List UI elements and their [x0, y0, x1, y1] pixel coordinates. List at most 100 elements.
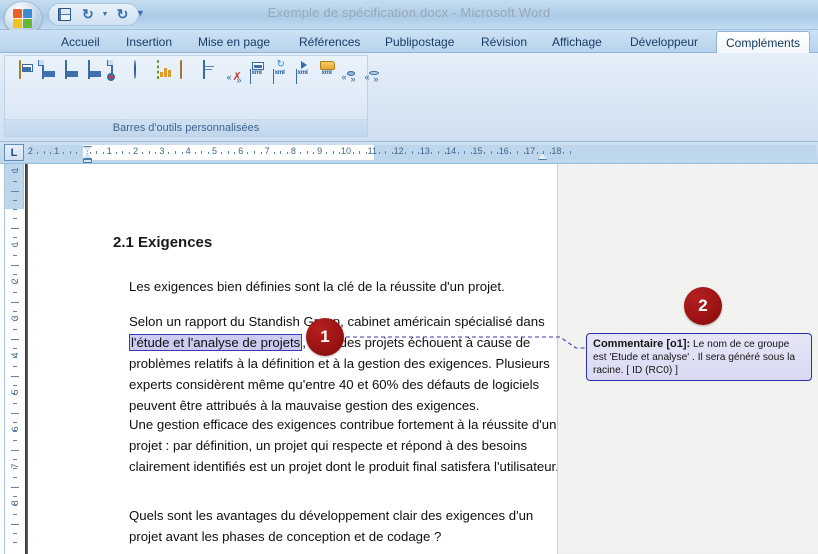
customize-qat-button[interactable]: ▼	[136, 8, 145, 18]
ribbon-tab-mise-en-page[interactable]: Mise en page	[189, 31, 279, 53]
word-application-window: Exemple de spécification.docx - Microsof…	[0, 0, 818, 554]
doc-table-button[interactable]	[78, 59, 101, 80]
doc-pages-icon	[41, 59, 55, 79]
doc-pages-button[interactable]	[32, 59, 55, 80]
highlighted-selection[interactable]: l'étude et l'analyse de projets	[129, 334, 303, 351]
ribbon-tab-publipostage[interactable]: Publipostage	[376, 31, 463, 53]
vertical-ruler-number: 3	[10, 315, 20, 321]
window-button[interactable]	[193, 59, 214, 80]
ribbon-tab-strip: Accueil Insertion Mise en page Références Pu…	[0, 30, 818, 53]
vertical-ruler-tick	[13, 431, 17, 432]
vertical-ruler-tick	[13, 292, 17, 294]
ruler-number: 17	[525, 146, 536, 156]
ruler-tick	[352, 152, 354, 154]
ruler-number: 18	[551, 146, 562, 156]
save-button[interactable]	[54, 5, 75, 24]
ruler-tick	[313, 152, 315, 154]
vertical-ruler-tick	[13, 320, 17, 321]
vertical-ruler-tick	[13, 273, 17, 275]
comment-balloon[interactable]: Commentaire [o1]: Le nom de ce groupe es…	[586, 333, 812, 381]
cut-link-button[interactable]: «✗»	[216, 59, 242, 85]
ruler-tick	[306, 151, 308, 154]
vertical-ruler-number: 8	[10, 500, 20, 506]
ribbon-tab-accueil[interactable]: Accueil	[52, 31, 109, 53]
ruler-tick	[280, 151, 282, 154]
horizontal-ruler[interactable]: L 2 1 1 2 3 4 5 6 7 8 9 10 11 12 13 14 15 16 17 18	[0, 142, 818, 164]
xml-map-button[interactable]: xml	[239, 59, 264, 84]
doc-table-icon	[87, 59, 101, 79]
ruler-tick	[43, 151, 45, 154]
vertical-ruler-number: 1	[10, 241, 20, 247]
comment-author-label: Commentaire [o1]:	[593, 338, 691, 350]
ribbon-tab-affichage[interactable]: Affichage	[543, 31, 611, 53]
ruler-tick	[543, 151, 545, 154]
undo-dropdown-button[interactable]: ▼	[100, 5, 110, 24]
doc-split-icon	[64, 59, 78, 79]
vertical-ruler-number: 2	[10, 278, 20, 284]
annotation-badge-1[interactable]: 1	[306, 318, 344, 356]
book-button[interactable]	[170, 59, 191, 80]
vertical-ruler-tick	[13, 199, 17, 201]
ruler-number: 3	[159, 146, 165, 156]
redo-button[interactable]: ↻	[112, 5, 133, 24]
vertical-ruler-number: 1	[10, 167, 20, 173]
vertical-ruler-tick	[11, 486, 19, 488]
ruler-tick	[50, 152, 52, 154]
left-indent-marker[interactable]	[83, 159, 92, 163]
vertical-ruler-tick	[13, 357, 17, 358]
ruler-tick	[273, 152, 275, 154]
vertical-ruler-tick	[13, 310, 17, 312]
ruler-number: 10	[340, 146, 352, 156]
chart-button[interactable]	[147, 59, 171, 80]
vertical-ruler[interactable]: 1 1 2 3 4 5 6 7 8	[4, 164, 25, 554]
ruler-tick	[129, 152, 131, 154]
ruler-tick	[260, 152, 262, 154]
vertical-ruler-tick	[13, 403, 17, 405]
vertical-ruler-tick	[11, 190, 19, 192]
ribbon-tab-r-f-rences[interactable]: Références	[290, 31, 369, 53]
vertical-ruler-tick	[13, 181, 17, 183]
doc-settings-button[interactable]	[101, 59, 122, 81]
ribbon-tab-r-vision[interactable]: Révision	[472, 31, 536, 53]
vertical-ruler-tick	[13, 347, 17, 349]
vertical-ruler-tick	[13, 172, 17, 173]
new-doc-part-button[interactable]	[9, 59, 33, 80]
annotation-badge-2[interactable]: 2	[684, 287, 722, 325]
undo-button[interactable]: ↺	[77, 5, 98, 24]
ruler-tick	[227, 151, 229, 154]
quick-access-toolbar: ↺ ▼ ↻	[48, 3, 139, 26]
ruler-tick	[155, 152, 157, 154]
ruler-tick	[175, 151, 177, 154]
vertical-ruler-tick	[11, 449, 19, 451]
ribbon-tab-compl-ments[interactable]: Compléments	[716, 31, 811, 53]
vertical-ruler-tick	[13, 255, 17, 257]
ruler-tick	[457, 152, 459, 154]
chevron-down-icon: ▼	[136, 8, 145, 18]
xml-run-button[interactable]: xml	[285, 59, 308, 84]
ruler-tick	[411, 151, 413, 154]
ruler-band: 2 1 1 2 3 4 5 6 7 8 9 10 11 12 13 14 15 16 17 18	[28, 145, 816, 163]
ruler-number: 2	[133, 146, 139, 156]
ruler-tick	[516, 151, 518, 154]
ruler-number: 16	[498, 146, 509, 156]
ruler-tick	[359, 151, 361, 154]
ribbon-group-label: Barres d'outils personnalisées	[5, 119, 367, 136]
ruler-tick	[339, 152, 341, 154]
tab-stop-selector[interactable]: L	[4, 144, 24, 161]
ribbon-tab-insertion[interactable]: Insertion	[117, 31, 181, 53]
xml-refresh-button[interactable]: xml ↻	[262, 59, 285, 84]
ruler-tick	[207, 152, 209, 154]
bar-chart-icon	[156, 59, 171, 79]
document-page[interactable]: 2.1 Exigences Les exigences bien définie…	[28, 164, 559, 554]
doc-split-button[interactable]	[55, 59, 78, 80]
target-button[interactable]	[124, 59, 145, 80]
title-bar: Exemple de spécification.docx - Microsof…	[0, 0, 818, 35]
link-eye-button[interactable]: «»	[331, 59, 356, 84]
ruler-tick	[148, 151, 150, 154]
ruler-tick	[549, 152, 551, 154]
xml-folder-button[interactable]: xml	[308, 59, 335, 80]
ribbon-tab-d-veloppeur[interactable]: Développeur	[621, 31, 707, 53]
vertical-ruler-tick	[11, 227, 19, 229]
paragraph-1: Les exigences bien définies sont la clé …	[129, 279, 505, 294]
link-eye2-button[interactable]: «»	[354, 59, 379, 84]
